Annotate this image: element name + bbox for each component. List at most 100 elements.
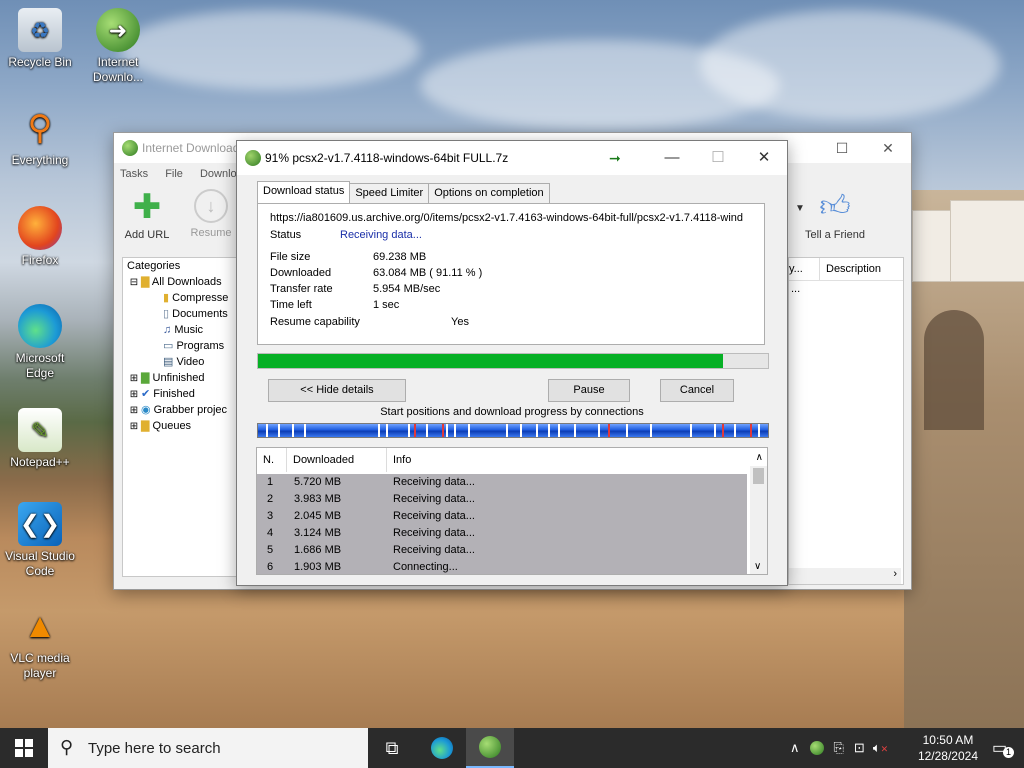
row-info: Receiving data... [393,493,475,505]
tab-download-status[interactable]: Download status [257,181,351,203]
tree-item-finished[interactable]: ⊞ ✔ Finished [123,386,243,402]
close-button[interactable]: ✕ [741,141,787,175]
maximize-button[interactable]: ☐ [695,141,741,175]
table-row[interactable]: 1 5.720 MB Receiving data... [257,474,747,491]
connections-table: N. Downloaded Info ∧ 1 5.720 MB Receivin… [256,447,768,575]
desktop-icon-visual-studio-code[interactable]: ❮❯ Visual Studio Code [2,502,78,579]
table-row[interactable]: 6 1.903 MB Connecting... [257,559,747,574]
row-downloaded: 3.983 MB [294,493,342,505]
music-note-icon: ♫ [163,324,172,336]
expand-toggle-icon[interactable]: ⊞ [127,419,141,435]
desktop-icon-recycle-bin[interactable]: ♻ Recycle Bin [2,8,78,70]
desktop-icon-firefox[interactable]: Firefox [2,206,78,268]
pause-button[interactable]: Pause [548,379,630,402]
tab-options-on-completion[interactable]: Options on completion [428,183,550,203]
row-info: Connecting... [393,561,458,573]
column-header-info[interactable]: Info [387,448,743,472]
desktop-icon-internet-download-manager[interactable]: ➜ Internet Downlo... [80,8,156,85]
download-progress-bar [257,353,769,369]
table-row[interactable]: 5 1.686 MB Receiving data... [257,542,747,559]
desktop-icon-vlc[interactable]: ▲ VLC media player [2,604,78,681]
desktop-icon-label: Everything [11,153,69,167]
network-icon[interactable]: ⊡ [854,740,865,756]
dialog-titlebar[interactable]: 91% pcsx2-v1.7.4118-windows-64bit FULL.7… [237,141,787,175]
meet-now-icon[interactable]: ⎘ [834,740,844,756]
cancel-button[interactable]: Cancel [660,379,734,402]
download-arrow-icon: ↓ [194,189,228,223]
close-button[interactable]: ✕ [865,133,911,163]
resume-capability-label: Resume capability [270,316,360,328]
scroll-thumb[interactable] [753,468,764,484]
maximize-button[interactable]: ☐ [819,133,865,163]
thumbs-up-icon: 👍︎ [819,190,851,223]
tree-item-all-downloads[interactable]: ⊟ ▇ All Downloads [123,274,243,290]
table-row[interactable]: 3 2.045 MB Receiving data... [257,508,747,525]
dialog-tabs: Download status Speed Limiter Options on… [257,181,550,203]
column-header-truncated[interactable]: y... [789,258,803,280]
tree-item-programs[interactable]: ▭ Programs [123,338,243,354]
program-window-icon: ▭ [163,340,174,352]
taskbar-edge-button[interactable] [418,728,466,768]
tree-item-grabber-projects[interactable]: ⊞ ◉ Grabber projec [123,402,243,418]
menu-downloads[interactable]: Downlo [200,168,237,180]
tab-speed-limiter[interactable]: Speed Limiter [349,183,430,203]
notification-center-button[interactable]: ▭ 1 [992,738,1014,758]
expand-toggle-icon[interactable]: ⊞ [127,371,141,387]
start-button[interactable] [0,728,48,768]
tree-item-unfinished[interactable]: ⊞ ▇ Unfinished [123,370,243,386]
desktop-icon-notepad-plus-plus[interactable]: ✎ Notepad++ [2,408,78,470]
scroll-down-icon[interactable]: ∨ [754,561,761,572]
row-number: 2 [267,493,274,505]
tell-a-friend-button[interactable]: 👍︎ Tell a Friend [804,189,866,241]
volume-muted-icon[interactable]: 🔈︎✕ [873,740,888,756]
scroll-up-icon[interactable]: ∧ [756,452,763,463]
firefox-icon [18,206,62,250]
show-hidden-icons-chevron-icon[interactable]: ∧ [790,740,800,756]
tree-label: Grabber projec [153,404,228,416]
idm-tray-icon[interactable] [809,741,824,755]
idm-logo-icon [245,150,261,166]
expand-toggle-icon[interactable]: ⊞ [127,403,141,419]
row-downloaded: 1.903 MB [294,561,342,573]
menu-file[interactable]: File [165,168,183,180]
desktop-icon-everything[interactable]: ⚲ Everything [2,106,78,168]
taskbar-idm-button[interactable] [466,728,514,768]
tree-item-music[interactable]: ♫ Music [123,322,243,338]
table-row[interactable]: 2 3.983 MB Receiving data... [257,491,747,508]
tree-label: Compresse [172,292,229,304]
search-icon: ⚲ [60,737,74,757]
tree-item-compressed[interactable]: ▮ Compresse [123,290,243,306]
tree-item-queues[interactable]: ⊞ ▇ Queues [123,418,243,434]
taskbar-search-box[interactable]: ⚲ Type here to search [48,728,368,768]
column-header-n[interactable]: N. [257,448,287,472]
taskbar-clock[interactable]: 10:50 AM 12/28/2024 [918,732,978,764]
vlc-cone-icon: ▲ [23,606,57,645]
scroll-right-icon[interactable]: › [893,568,897,580]
tree-label: Queues [152,420,192,432]
expand-toggle-icon[interactable]: ⊟ [127,275,141,291]
idm-globe-icon: ➜ [96,8,140,52]
expand-toggle-icon[interactable]: ⊞ [127,387,141,403]
edge-icon [431,737,453,759]
menu-tasks[interactable]: Tasks [120,168,148,180]
status-label: Status [270,229,302,241]
taskbar: ⚲ Type here to search ⧉ ∧ ⎘ ⊡ 🔈︎✕ 10:50 … [0,728,1024,768]
horizontal-scrollbar[interactable]: › [789,568,901,584]
transfer-rate-label: Transfer rate [270,283,333,295]
tree-item-documents[interactable]: ▯ Documents [123,306,243,322]
table-row[interactable]: 4 3.124 MB Receiving data... [257,525,747,542]
minimize-button[interactable]: — [649,141,695,175]
desktop-icon-microsoft-edge[interactable]: Microsoft Edge [2,304,78,381]
vertical-scrollbar[interactable]: ∨ [750,466,767,574]
add-url-button[interactable]: ✚ Add URL [116,188,178,241]
column-header-description[interactable]: Description [819,258,881,280]
resume-button[interactable]: ↓ Resume [180,189,242,239]
task-view-button[interactable]: ⧉ [368,728,416,768]
row-downloaded: 3.124 MB [294,527,342,539]
row-number: 4 [267,527,274,539]
tree-item-video[interactable]: ▤ Video [123,354,243,370]
list-row-fragment[interactable]: ... [789,281,903,297]
downloads-list: y... Description ... › [788,257,904,585]
column-header-downloaded[interactable]: Downloaded [287,448,387,472]
hide-details-button[interactable]: << Hide details [268,379,406,402]
